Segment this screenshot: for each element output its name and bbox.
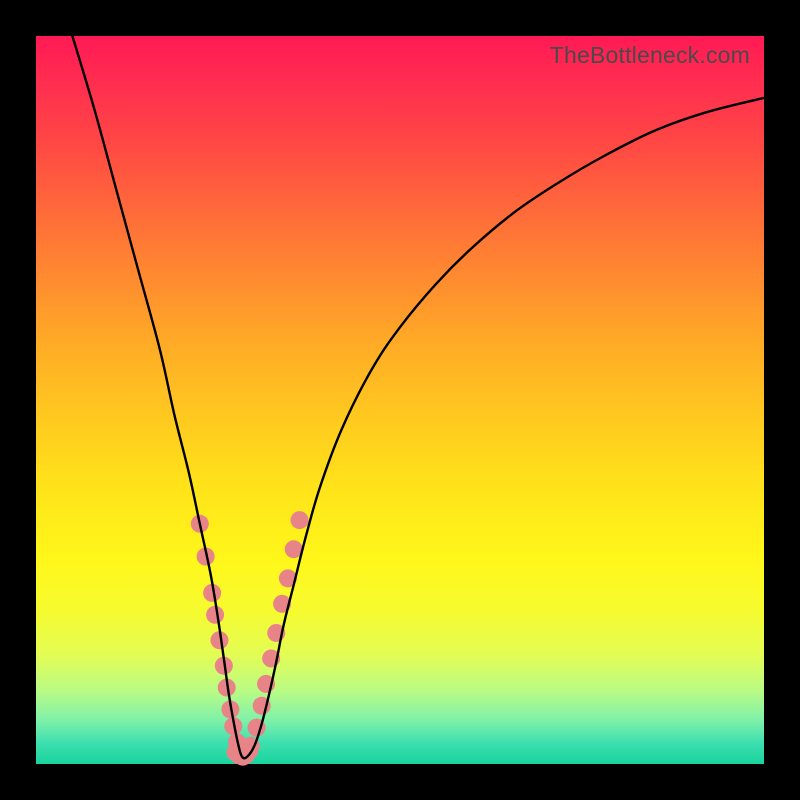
- plot-area: TheBottleneck.com: [36, 36, 764, 764]
- chart-svg: [36, 36, 764, 764]
- bottleneck-curve: [72, 36, 764, 758]
- chart-frame: TheBottleneck.com: [0, 0, 800, 800]
- data-point-marker: [291, 511, 309, 529]
- data-point-marker: [206, 606, 224, 624]
- marker-cluster-left: [191, 515, 246, 751]
- marker-cluster-right: [242, 511, 309, 755]
